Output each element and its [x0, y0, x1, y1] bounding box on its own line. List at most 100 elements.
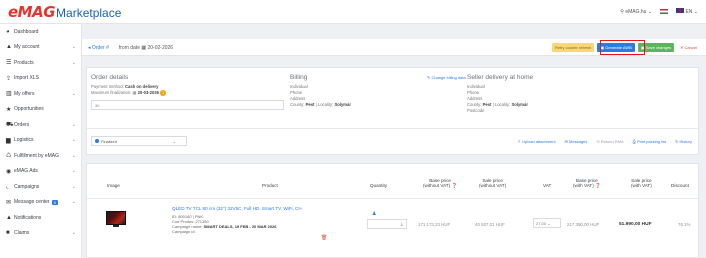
header-base-excl-text: (without VAT) [423, 183, 451, 188]
store-selector[interactable]: ⚲ eMAG.hu ⌄ [620, 9, 652, 15]
upload-label: Upload attachment [521, 139, 556, 144]
sidebar-item[interactable]: ■ Claims ⌄ [0, 226, 81, 242]
payment-value: Cash on delivery [125, 84, 159, 89]
chevron-down-icon: ⌄ [547, 221, 551, 226]
hungary-flag-icon[interactable] [660, 9, 669, 14]
save-changes-label: Save changes [645, 45, 672, 50]
sidebar-item-label: eMAG Ads [14, 168, 38, 175]
sidebar-item[interactable]: ⌞ Campaigns ⌄ [0, 179, 81, 195]
change-billing-link[interactable]: ✎ Change billing data [427, 75, 466, 80]
emag-marketplace-logo[interactable]: eMAG Marketplace [8, 3, 121, 21]
messages-label: Messages [569, 139, 588, 144]
refund-rma-link[interactable]: ⟲ Refund RMA [596, 139, 623, 144]
logo-emag: eMAG [8, 3, 56, 21]
billing-location: County: Pest | Locality: Solymár [290, 102, 351, 107]
campaign-id: Campaign id: [172, 229, 196, 234]
print-packing-list-link[interactable]: ⎙ Print packing list [633, 139, 666, 144]
retry-courier-button[interactable]: Retry courier refresh [551, 43, 595, 52]
info-icon[interactable]: ❓ [451, 183, 457, 188]
cancel-button[interactable]: ✕ Cancel [677, 43, 700, 52]
delivery-postcode: Postcode [467, 108, 485, 113]
truck-icon: ▆ [6, 137, 11, 144]
header-base-incl: Base price (with VAT) ❓ [573, 178, 601, 188]
user-icon: ♟ [372, 211, 377, 217]
campaign-value: SMART DEALS, 19 FEB - 20 MAR 2026 [203, 224, 277, 229]
products-table: Image Product Quantity Base price (withou… [86, 163, 699, 258]
location-pin-icon: ⚲ [620, 8, 624, 15]
chevron-down-icon: ⌄ [71, 152, 76, 159]
header-discount: Discount [671, 183, 689, 188]
status-dot-icon [95, 139, 99, 143]
chevron-down-icon: ⌄ [693, 9, 698, 15]
vat-select[interactable]: 27.00 ⌄ [533, 218, 561, 228]
product-image[interactable] [106, 211, 126, 225]
sidebar-item[interactable]: ⛟ Orders ⌄ [0, 117, 81, 133]
discount-value: 76.1% [678, 222, 691, 227]
order-number-link[interactable]: ◂ Order # [88, 45, 109, 51]
sidebar-item[interactable]: ◕ Dashboard [0, 24, 81, 40]
print-label: Print packing list [636, 139, 667, 144]
sidebar-item[interactable]: ✉ Message center 5 ⌄ [0, 195, 81, 211]
chart-icon: ⌞ [6, 184, 9, 191]
billing-info: Individual Phone Address County: Pest | … [290, 84, 351, 108]
max-finalization-date: 20-03-2026 [137, 90, 159, 95]
billing-title: Billing [290, 74, 308, 81]
top-bar: eMAG Marketplace ⚲ eMAG.hu ⌄ EN ⌄ [0, 0, 706, 24]
county-label: County: [290, 102, 305, 107]
sidebar-item[interactable]: ♺ Fulfillment by eMAG ⌄ [0, 148, 81, 164]
order-status-select[interactable]: Finalized ⌄ [91, 136, 187, 146]
order-toolbar: ◂ Order # from date ▦ 20-02-2026 Retry c… [82, 39, 706, 56]
edit-icon: ✎ [427, 75, 431, 80]
upload-attachment-link[interactable]: ⇪ Upload attachment [518, 139, 556, 144]
sidebar-item-label: Import XLS [14, 75, 40, 82]
language-selector[interactable]: EN ⌄ [676, 8, 698, 15]
header-image: Image [107, 183, 120, 188]
observations-input[interactable]: 30 [91, 100, 284, 110]
sidebar-item-label: Logistics [14, 137, 34, 144]
sidebar-item[interactable]: ▲ Notifications [0, 210, 81, 226]
header-product: Product [262, 183, 278, 188]
sale-price-excl-vat: 40 937,01 HUF [475, 222, 505, 227]
history-link[interactable]: ↻ History [675, 139, 692, 144]
highlight-box [600, 40, 645, 55]
base-price-incl-vat: 217 390,00 HUF [567, 222, 600, 227]
sidebar-item[interactable]: ▆ Logistics ⌄ [0, 133, 81, 149]
top-right-menu: ⚲ eMAG.hu ⌄ EN ⌄ [620, 8, 698, 15]
sidebar-item[interactable]: ☰ Products ⌄ [0, 55, 81, 71]
product-title-link[interactable]: QLED TV TCL 80 cm (32") 32V5C, Full HD, … [172, 206, 302, 211]
sidebar-item[interactable]: ▥ My offers ⌄ [0, 86, 81, 102]
messages-link[interactable]: ✉ Messages [565, 139, 588, 144]
days-left-badge: 1 [160, 90, 167, 96]
header-base-excl-line2: (without VAT) ❓ [423, 183, 457, 188]
sidebar-item[interactable]: ⇪ Import XLS [0, 71, 81, 87]
sidebar-item[interactable]: ★ Opportunities [0, 102, 81, 118]
order-date: from date ▦ 20-02-2026 [119, 45, 173, 51]
sidebar-item[interactable]: ◉ eMAG Ads ⌄ [0, 164, 81, 180]
divider [87, 128, 698, 129]
order-actions: ⇪ Upload attachment ✉ Messages ⟲ Refund … [518, 139, 692, 144]
sidebar-item[interactable]: ▲ My account ⌄ [0, 40, 81, 56]
ads-icon: ◉ [6, 168, 12, 175]
order-number: Order # [91, 45, 109, 51]
sidebar-item-label: Fulfillment by eMAG [14, 152, 60, 159]
chevron-down-icon: ⌄ [71, 183, 76, 190]
sidebar-item-label: Message center [14, 199, 50, 206]
delivery-locality: Solymár [511, 102, 528, 107]
chevron-down-icon: ⌄ [71, 44, 76, 51]
quantity-input[interactable]: 1 [367, 219, 407, 229]
chevron-down-icon: ⌄ [71, 199, 76, 206]
product-image-stand [113, 225, 119, 227]
sidebar: ◕ Dashboard ▲ My account ⌄ ☰ Products ⌄ ⇪ Import … [0, 24, 82, 258]
from-date-label: from date [118, 45, 140, 51]
products-icon: ☰ [6, 60, 12, 67]
max-finalization-label: Maximum finalization: [91, 90, 132, 95]
info-icon[interactable]: ❓ [595, 183, 601, 188]
sidebar-item-label: Claims [14, 230, 30, 237]
store-label: eMAG.hu [625, 8, 647, 15]
chevron-down-icon: ⌄ [71, 59, 76, 66]
calendar-icon: ▦ [132, 90, 137, 95]
cart-icon: ⛟ [6, 121, 14, 128]
base-price-excl-vat: 171 173,23 HUF [418, 222, 451, 227]
trash-icon[interactable]: 🗑 [321, 235, 327, 241]
logo-marketplace: Marketplace [56, 6, 122, 20]
